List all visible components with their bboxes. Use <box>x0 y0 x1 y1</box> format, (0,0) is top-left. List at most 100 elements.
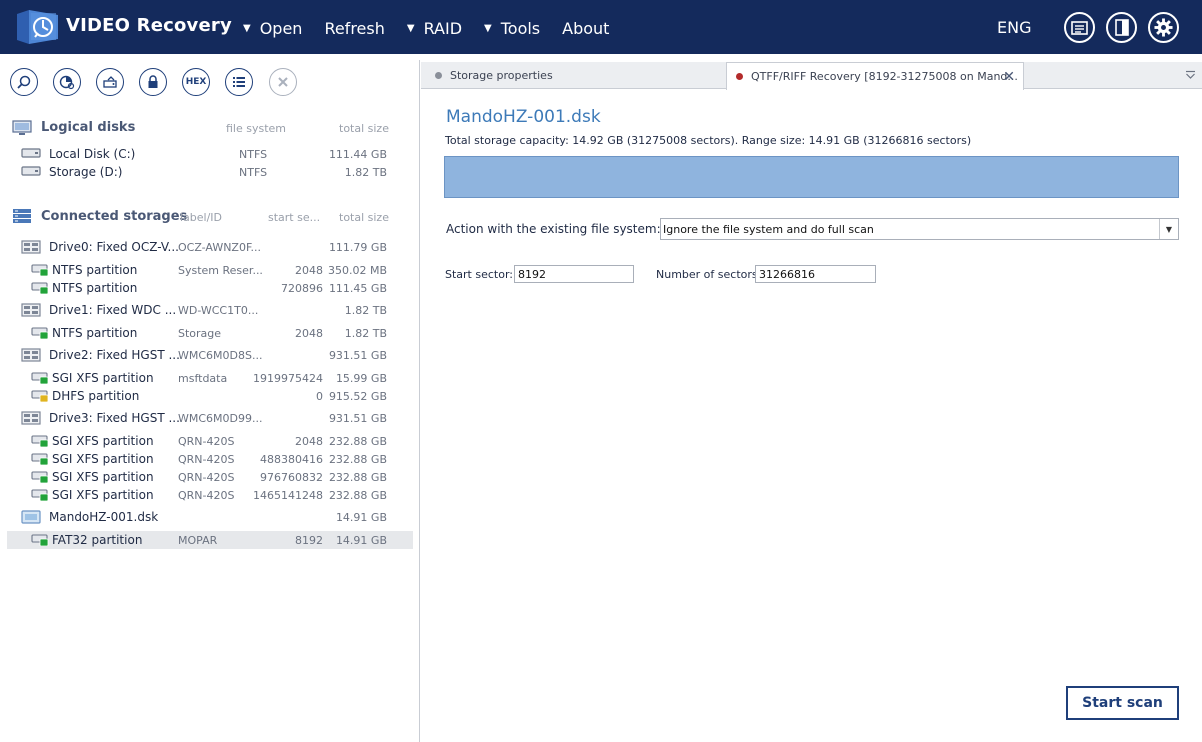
disk-image-item[interactable]: MandoHZ-001.dsk 14.91 GB <box>7 508 413 526</box>
partition-icon <box>31 371 49 387</box>
app-header: VIDEO Recovery ▼ Open Refresh ▼ RAID ▼ T… <box>0 0 1202 54</box>
action-label: Action with the existing file system: <box>446 222 661 236</box>
search-button[interactable] <box>10 68 38 96</box>
close-button[interactable] <box>269 68 297 96</box>
language-selector[interactable]: ENG <box>997 18 1031 37</box>
log-icon <box>1071 20 1088 35</box>
chart-button[interactable] <box>53 68 81 96</box>
storage-label: QRN-420S <box>178 435 235 448</box>
search-icon <box>17 75 31 89</box>
app-title: VIDEO Recovery <box>66 15 232 36</box>
action-select[interactable]: Ignore the file system and do full scan … <box>660 218 1179 240</box>
storage-size: 1.82 TB <box>344 304 387 317</box>
partition-icon <box>31 488 49 504</box>
storage-name: SGI XFS partition <box>52 434 154 448</box>
storage-start-sector: 2048 <box>295 264 323 277</box>
logical-disk-name: Storage (D:) <box>49 165 123 179</box>
storage-label: msftdata <box>178 372 228 385</box>
logical-disk-item[interactable]: Local Disk (C:) NTFS 111.44 GB <box>7 145 413 163</box>
menu-refresh-label: Refresh <box>324 18 385 38</box>
partition-item[interactable]: NTFS partition 720896 111.45 GB <box>7 279 413 297</box>
tab-list-icon[interactable] <box>1185 70 1196 80</box>
storage-size: 111.79 GB <box>328 241 387 254</box>
page-title: MandoHZ-001.dsk <box>446 107 601 127</box>
tab-storage-properties[interactable]: Storage properties <box>421 62 725 89</box>
storage-start-sector: 0 <box>316 390 323 403</box>
partition-icon <box>31 452 49 468</box>
monitor-icon <box>12 120 32 135</box>
storage-size: 14.91 GB <box>335 534 387 547</box>
menu-about[interactable]: About <box>562 17 609 39</box>
storage-name: SGI XFS partition <box>52 452 154 466</box>
storage-label: OCZ-AWNZ0F... <box>178 241 262 254</box>
storage-start-sector: 1919975424 <box>253 372 323 385</box>
lock-button[interactable] <box>139 68 167 96</box>
partition-item[interactable]: NTFS partition Storage 2048 1.82 TB <box>7 324 413 342</box>
settings-icon <box>1154 18 1173 37</box>
partition-item[interactable]: DHFS partition 0 915.52 GB <box>7 387 413 405</box>
tab-close-icon[interactable]: ✕ <box>1003 69 1015 85</box>
storage-name: FAT32 partition <box>52 533 143 547</box>
log-button[interactable] <box>1064 12 1095 43</box>
storage-start-sector: 1465141248 <box>253 489 323 502</box>
partition-item[interactable]: SGI XFS partition QRN-420S 488380416 232.88… <box>7 450 413 468</box>
drive-item[interactable]: Drive1: Fixed WDC ... WD-WCC1T0... 1.82 TB <box>7 301 413 319</box>
list-button[interactable] <box>225 68 253 96</box>
partition-item[interactable]: SGI XFS partition msftdata 1919975424 15.99… <box>7 369 413 387</box>
number-of-sectors-input[interactable] <box>755 265 876 283</box>
close-icon <box>278 77 288 87</box>
storage-name: NTFS partition <box>52 281 138 295</box>
storage-name: Drive2: Fixed HGST ... <box>49 348 180 362</box>
start-sector-input[interactable] <box>514 265 634 283</box>
partition-icon <box>31 389 49 405</box>
partition-item[interactable]: SGI XFS partition QRN-420S 2048 232.88 GB <box>7 432 413 450</box>
storage-name: SGI XFS partition <box>52 371 154 385</box>
settings-button[interactable] <box>1148 12 1179 43</box>
partition-icon <box>31 470 49 486</box>
hex-icon: HEX <box>185 77 207 87</box>
partition-item[interactable]: SGI XFS partition QRN-420S 976760832 232.88… <box>7 468 413 486</box>
partition-item[interactable]: SGI XFS partition QRN-420S 1465141248 232.8… <box>7 486 413 504</box>
chevron-down-icon[interactable]: ▼ <box>1159 219 1178 239</box>
partition-icon <box>31 434 49 450</box>
storage-name: MandoHZ-001.dsk <box>49 510 159 524</box>
menu-tools[interactable]: ▼ Tools <box>484 17 540 39</box>
storage-capacity-text: Total storage capacity: 14.92 GB (312750… <box>445 134 972 147</box>
start-scan-button[interactable]: Start scan <box>1066 686 1179 720</box>
col-total-size: total size <box>339 122 389 135</box>
menu-refresh[interactable]: Refresh <box>324 17 384 39</box>
logical-disk-item[interactable]: Storage (D:) NTFS 1.82 TB <box>7 163 413 181</box>
partition-item[interactable]: NTFS partition System Reser... 2048 350.02 … <box>7 261 413 279</box>
storage-name: SGI XFS partition <box>52 470 154 484</box>
hard-drive-icon <box>21 303 41 320</box>
drive-item[interactable]: Drive0: Fixed OCZ-V... OCZ-AWNZ0F... 111.7… <box>7 238 413 256</box>
drive-item[interactable]: Drive2: Fixed HGST ... WMC6M0D8S... 931.51… <box>7 346 413 364</box>
menu-open[interactable]: ▼ Open <box>243 17 302 39</box>
logical-disk-size: 111.44 GB <box>328 148 387 161</box>
logical-disk-size: 1.82 TB <box>344 166 387 179</box>
sector-range-bar[interactable] <box>444 156 1179 198</box>
tab-storage-properties-label: Storage properties <box>450 69 553 82</box>
caret-down-icon: ▼ <box>484 22 492 34</box>
hex-button[interactable]: HEX <box>182 68 210 96</box>
partition-icon <box>31 326 49 342</box>
logical-disk-fs: NTFS <box>239 166 268 179</box>
logical-disks-title: Logical disks <box>41 120 136 135</box>
tab-qtff-recovery[interactable]: QTFF/RIFF Recovery [8192-31275008 on Man… <box>726 62 1024 90</box>
storage-start-sector: 488380416 <box>260 453 323 466</box>
partition-icon <box>31 281 49 297</box>
storage-label: WMC6M0D99... <box>178 412 263 425</box>
image-button[interactable] <box>96 68 124 96</box>
storage-name: Drive3: Fixed HGST ... <box>49 411 180 425</box>
drive-item[interactable]: Drive3: Fixed HGST ... WMC6M0D99... 931.51… <box>7 409 413 427</box>
storage-size: 111.45 GB <box>328 282 387 295</box>
panel-button[interactable] <box>1106 12 1137 43</box>
storage-start-sector: 2048 <box>295 327 323 340</box>
tab-status-dot <box>736 73 743 80</box>
storage-start-sector: 8192 <box>295 534 323 547</box>
storage-name: NTFS partition <box>52 263 138 277</box>
partition-item[interactable]: FAT32 partition MOPAR 8192 14.91 GB <box>7 531 413 549</box>
menu-raid[interactable]: ▼ RAID <box>407 17 462 39</box>
storage-size: 14.91 GB <box>335 511 387 524</box>
storage-size: 1.82 TB <box>344 327 387 340</box>
